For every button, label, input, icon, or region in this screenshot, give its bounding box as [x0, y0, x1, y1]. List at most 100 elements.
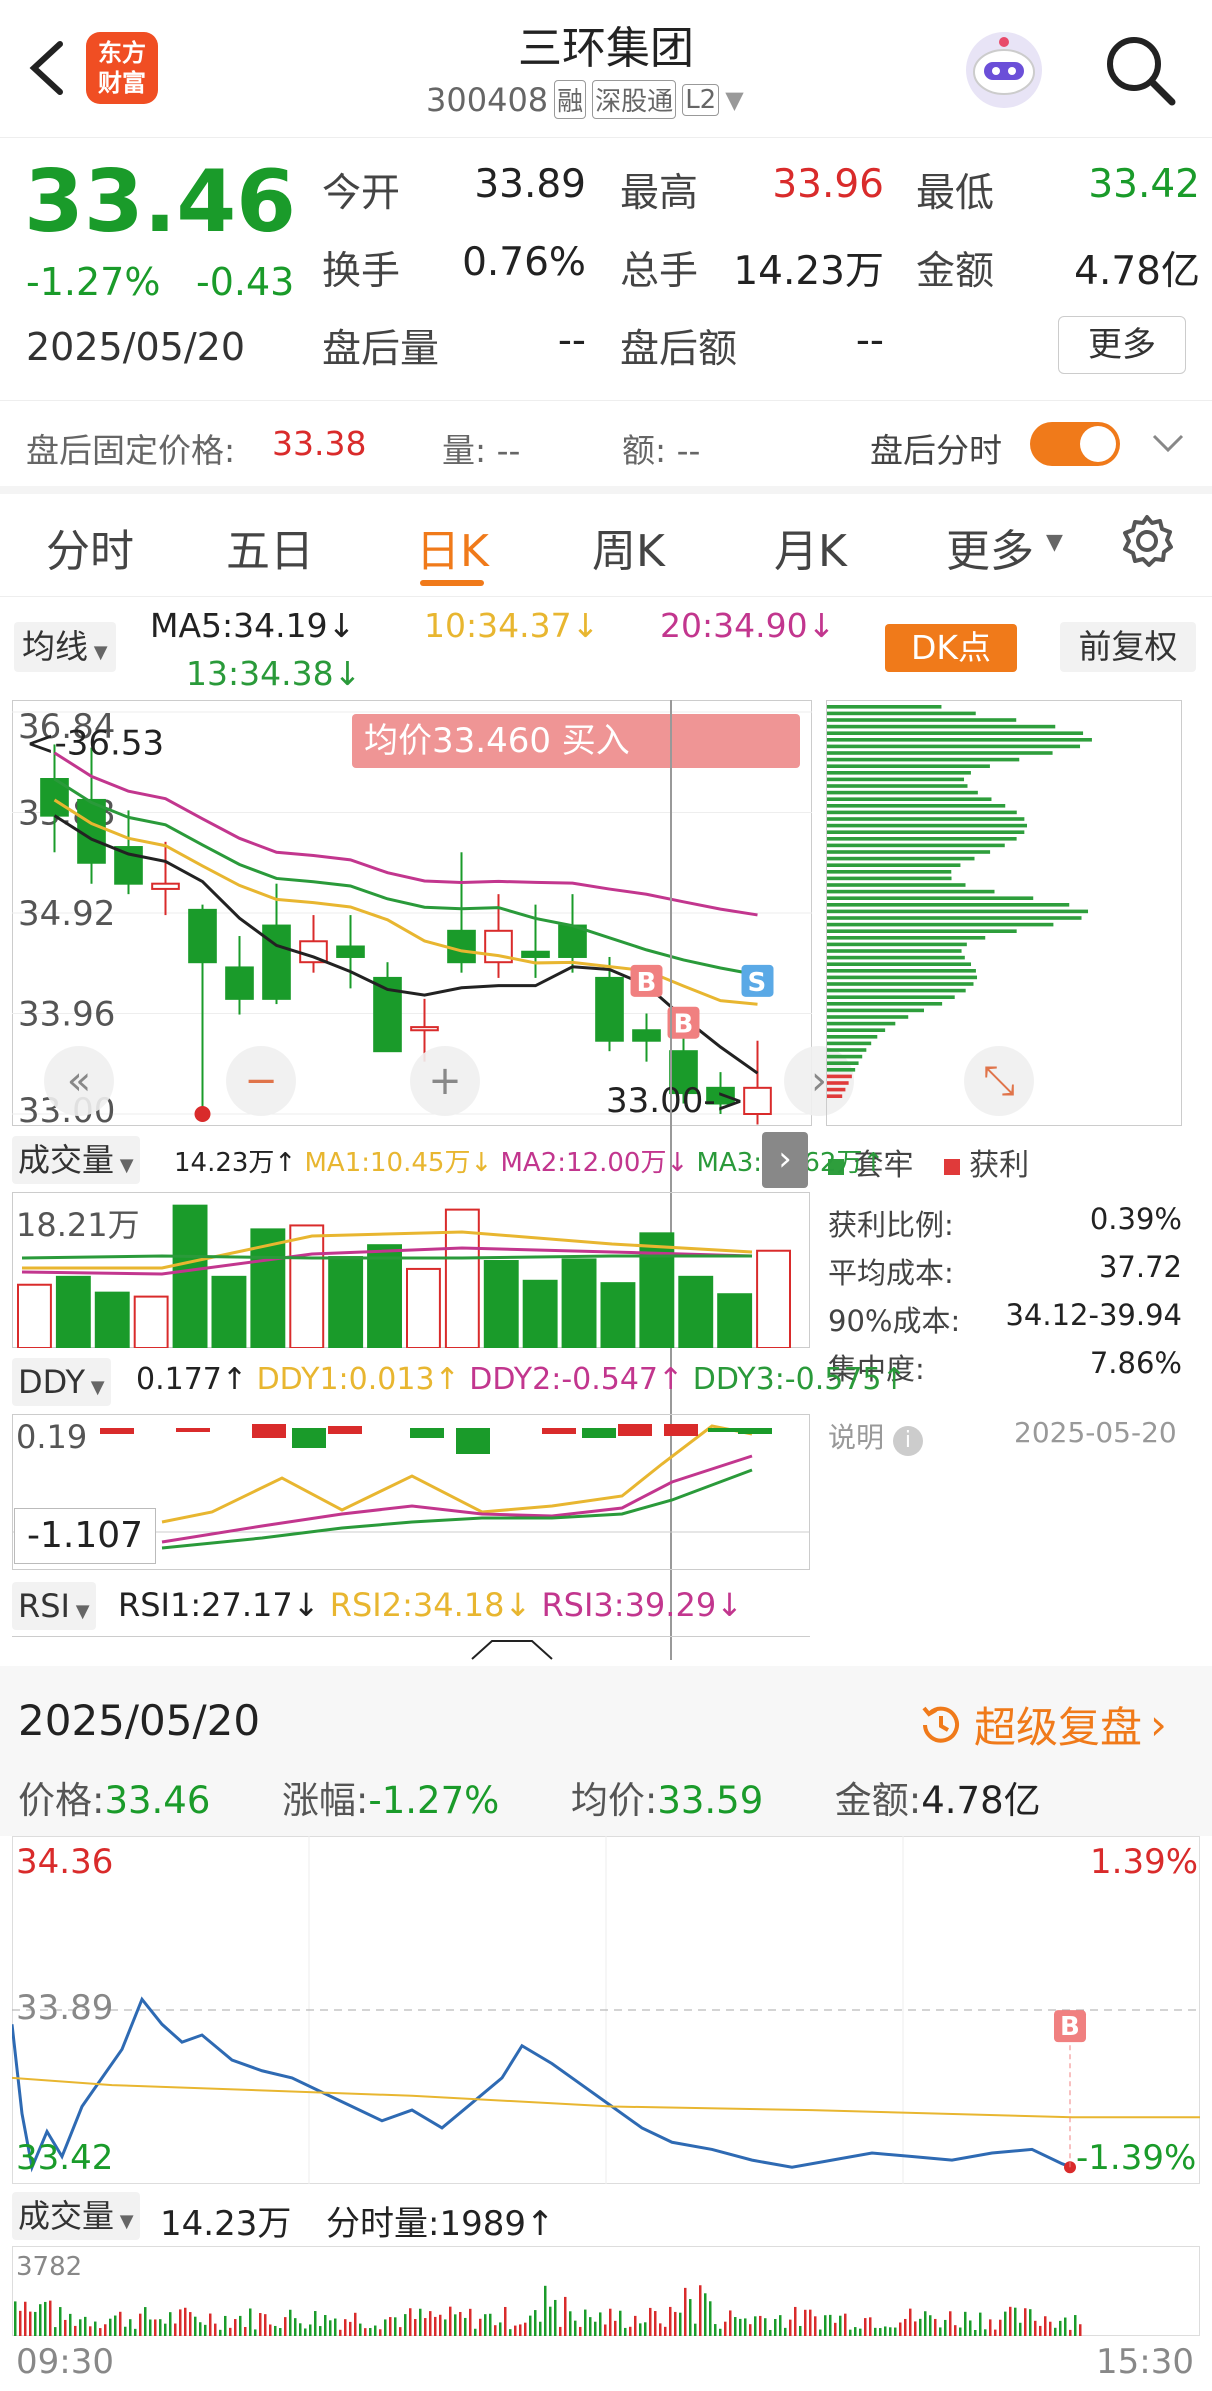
- tick-volume-bar: [309, 2324, 312, 2336]
- avg-label: 均价:: [570, 1779, 658, 1822]
- stock-code-row[interactable]: 300408 融 深股通 L2 ▼: [426, 80, 744, 119]
- tick-volume-bar: [789, 2319, 792, 2336]
- ddy-select[interactable]: DDY ▼: [12, 1358, 111, 1406]
- tick-volume-bar: [644, 2322, 647, 2336]
- volume-bar: [561, 1258, 597, 1349]
- scroll-left-icon[interactable]: «: [44, 1046, 114, 1116]
- volume-select[interactable]: 成交量 ▼: [12, 1136, 140, 1184]
- tick-volume-bar: [844, 2313, 847, 2336]
- chip-bar: [827, 797, 992, 801]
- intraday-chart[interactable]: B: [10, 1836, 1200, 2184]
- buy-marker[interactable]: B: [667, 1006, 700, 1040]
- adjust-button[interactable]: 前复权: [1060, 622, 1196, 672]
- robot-avatar-icon[interactable]: [962, 28, 1046, 112]
- tick-volume-bar: [854, 2327, 857, 2336]
- zoom-in-icon[interactable]: +: [410, 1046, 480, 1116]
- tick-volume-bar: [289, 2309, 292, 2336]
- search-icon[interactable]: [1102, 32, 1178, 108]
- tick-volume-bar: [694, 2323, 697, 2336]
- volume-bar: [133, 1295, 169, 1349]
- tick-volume-bar: [574, 2320, 577, 2336]
- zoom-out-icon[interactable]: −: [226, 1046, 296, 1116]
- chip-bar: [827, 949, 962, 953]
- tick-volume-bar: [734, 2317, 737, 2336]
- sell-marker[interactable]: S: [741, 964, 774, 998]
- chip-bar: [827, 922, 1054, 927]
- chip-bar: [827, 856, 975, 861]
- tick-volume-bar: [249, 2308, 252, 2336]
- tab-monthly-k[interactable]: 月K: [774, 515, 847, 579]
- explain-link[interactable]: 说明 i: [828, 1416, 923, 1456]
- ma-select[interactable]: 均线 ▼: [14, 622, 116, 672]
- tick-volume-bar: [869, 2317, 872, 2336]
- tick-volume-bar: [494, 2325, 497, 2336]
- tick-volume-bar: [254, 2329, 257, 2336]
- tab-daily-k[interactable]: 日K: [416, 515, 489, 579]
- chip-date: 2025-05-20: [1014, 1416, 1177, 1449]
- price-value: 33.46: [104, 1779, 211, 1822]
- expand-chevron-icon[interactable]: [1148, 428, 1188, 458]
- tab-more[interactable]: 更多: [946, 515, 1034, 579]
- collapse-panel-button[interactable]: ›: [762, 1132, 808, 1188]
- afterhours-toggle[interactable]: [1030, 422, 1120, 466]
- rsi-select[interactable]: RSI ▼: [12, 1582, 96, 1630]
- chip-bar: [827, 1035, 878, 1039]
- tick-volume-bar: [454, 2314, 457, 2336]
- tick-volume-bar: [589, 2317, 592, 2336]
- dk-button-label: DK点: [910, 628, 992, 667]
- tick-volume-bar: [614, 2320, 617, 2336]
- tick-volume-bar: [859, 2328, 862, 2336]
- tick-volume-bar: [69, 2313, 72, 2336]
- tick-volume-bar: [609, 2308, 612, 2336]
- avg-value: 33.59: [657, 1779, 764, 1822]
- intraday-volume-select[interactable]: 成交量 ▼: [12, 2192, 140, 2240]
- tick-volume-bar: [839, 2315, 842, 2336]
- buy-marker[interactable]: B: [630, 964, 663, 998]
- stock-code: 300408: [426, 80, 549, 119]
- chip-bar: [827, 909, 1089, 914]
- volume-select-label: 成交量: [18, 1141, 115, 1179]
- tab-weekly-k[interactable]: 周K: [592, 515, 665, 579]
- tick-volume-bar: [314, 2311, 317, 2336]
- rsi1: RSI1:27.17↓: [118, 1586, 320, 1624]
- chip-bar: [827, 804, 1006, 808]
- tab-more-caret-icon: ▼: [1046, 530, 1063, 555]
- rsi-svg: [471, 1640, 553, 1660]
- super-replay-button[interactable]: 超级复盘 ›: [916, 1694, 1167, 1755]
- field-label: 今开: [322, 171, 401, 216]
- chip-stat-value: 7.86%: [1089, 1346, 1182, 1380]
- chip-bar: [827, 1048, 867, 1052]
- settings-gear-icon[interactable]: [1118, 512, 1176, 570]
- tick-volume-bar: [84, 2316, 87, 2336]
- tick-volume-bar: [449, 2306, 452, 2336]
- tick-volume-bar: [204, 2324, 207, 2336]
- more-button[interactable]: 更多: [1058, 316, 1186, 374]
- chip-bar: [827, 744, 1081, 749]
- chip-bar: [827, 942, 967, 947]
- intraday-pct-bot: -1.39%: [1076, 2138, 1197, 2178]
- dk-button[interactable]: DK点: [885, 624, 1017, 672]
- buy-marker[interactable]: B: [1054, 2010, 1086, 2043]
- volume-bar: [406, 1267, 441, 1349]
- tab-intraday[interactable]: 分时: [46, 515, 134, 579]
- tick-volume-bar: [1014, 2307, 1017, 2336]
- tick-volume-bar: [959, 2327, 962, 2336]
- field-label: 总手: [620, 249, 699, 294]
- tick-volume-bar: [14, 2301, 17, 2336]
- tick-volume-bar: [704, 2293, 707, 2336]
- intraday-volume-value: 14.23万: [160, 2204, 292, 2244]
- tick-volume-bar: [324, 2315, 327, 2336]
- tab-five-day[interactable]: 五日: [226, 515, 314, 579]
- tick-volume-bar: [184, 2307, 187, 2336]
- divider: [0, 486, 1212, 494]
- tick-volume-bar: [399, 2327, 402, 2336]
- tick-volume-bar: [469, 2308, 472, 2336]
- tick-volume-bar: [264, 2314, 267, 2336]
- afterhours-fixed-label: 盘后固定价格:: [26, 431, 236, 470]
- chip-bar: [827, 731, 1084, 735]
- tick-volume-bar: [729, 2310, 732, 2336]
- tick-volume-bar: [359, 2323, 362, 2336]
- expand-icon[interactable]: ⤡: [964, 1046, 1034, 1116]
- tick-volume-bar: [539, 2321, 542, 2336]
- tick-volume-bar: [34, 2311, 37, 2336]
